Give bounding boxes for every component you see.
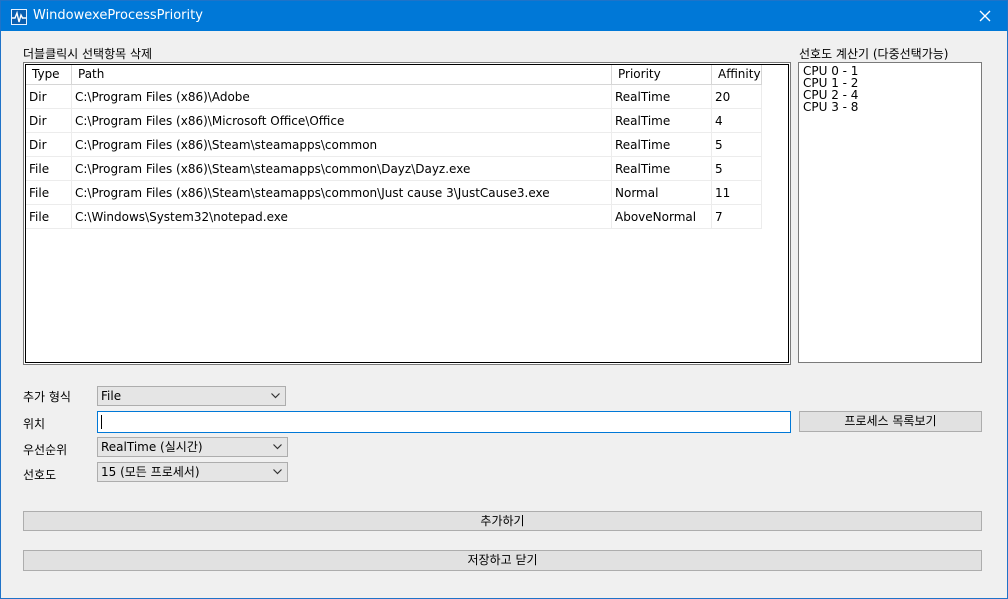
title-bar[interactable]: WindowexeProcessPriority [1, 1, 1007, 31]
table-row[interactable]: Dir C:\Program Files (x86)\Adobe RealTim… [26, 85, 762, 109]
cell-priority: RealTime [612, 85, 712, 109]
table-row[interactable]: File C:\Windows\System32\notepad.exe Abo… [26, 205, 762, 229]
close-icon [979, 10, 991, 22]
cell-priority: RealTime [612, 109, 712, 133]
location-label: 위치 [23, 417, 46, 431]
cell-affinity: 5 [712, 133, 762, 157]
affinity-calculator-list[interactable]: CPU 0 - 1 CPU 1 - 2 CPU 2 - 4 CPU 3 - 8 [798, 62, 982, 363]
pulse-icon [11, 9, 27, 25]
cell-affinity: 7 [712, 205, 762, 229]
cell-path: C:\Windows\System32\notepad.exe [72, 205, 612, 229]
text-caret [101, 415, 102, 429]
column-header-type[interactable]: Type [26, 65, 72, 85]
cell-path: C:\Program Files (x86)\Steam\steamapps\c… [72, 157, 612, 181]
save-and-close-button[interactable]: 저장하고 닫기 [23, 550, 982, 571]
cell-priority: Normal [612, 181, 712, 205]
location-input[interactable] [97, 411, 791, 433]
priority-select-value: RealTime (실시간) [101, 440, 203, 454]
cell-type: Dir [26, 85, 72, 109]
add-button[interactable]: 추가하기 [23, 511, 982, 531]
cell-affinity: 20 [712, 85, 762, 109]
priority-label: 우선순위 [23, 443, 68, 457]
table-row[interactable]: File C:\Program Files (x86)\Steam\steama… [26, 181, 762, 205]
calculator-caption: 선호도 계산기 (다중선택가능) [799, 47, 949, 61]
cell-priority: AboveNormal [612, 205, 712, 229]
type-select[interactable]: File [97, 386, 286, 406]
chevron-down-icon [271, 393, 280, 399]
window-title: WindowexeProcessPriority [33, 8, 203, 23]
close-button[interactable] [963, 1, 1007, 31]
list-caption: 더블클릭시 선택항목 삭제 [23, 47, 153, 61]
cell-path: C:\Program Files (x86)\Microsoft Office\… [72, 109, 612, 133]
browse-processes-button[interactable]: 프로세스 목록보기 [799, 411, 982, 432]
cpu-list-item[interactable]: CPU 3 - 8 [799, 101, 981, 113]
table-row[interactable]: File C:\Program Files (x86)\Steam\steama… [26, 157, 762, 181]
cell-path: C:\Program Files (x86)\Steam\steamapps\c… [72, 181, 612, 205]
cell-type: Dir [26, 133, 72, 157]
affinity-select-value: 15 (모든 프로세서) [101, 465, 200, 479]
cell-type: Dir [26, 109, 72, 133]
main-window: WindowexeProcessPriority 더블클릭시 선택항목 삭제 T… [0, 0, 1008, 599]
cell-type: File [26, 181, 72, 205]
cell-type: File [26, 157, 72, 181]
column-header-priority[interactable]: Priority [612, 65, 712, 85]
cell-path: C:\Program Files (x86)\Adobe [72, 85, 612, 109]
cell-path: C:\Program Files (x86)\Steam\steamapps\c… [72, 133, 612, 157]
affinity-label: 선호도 [23, 468, 57, 482]
column-header-affinity[interactable]: Affinity [712, 65, 762, 85]
table-row[interactable]: Dir C:\Program Files (x86)\Microsoft Off… [26, 109, 762, 133]
type-select-value: File [101, 389, 122, 403]
cell-priority: RealTime [612, 133, 712, 157]
chevron-down-icon [273, 469, 282, 475]
column-header-path[interactable]: Path [72, 65, 612, 85]
cell-type: File [26, 205, 72, 229]
cell-priority: RealTime [612, 157, 712, 181]
entries-list[interactable]: Type Path Priority Affinity Dir C:\Progr… [23, 62, 791, 365]
cell-affinity: 5 [712, 157, 762, 181]
table-row[interactable]: Dir C:\Program Files (x86)\Steam\steamap… [26, 133, 762, 157]
cell-affinity: 11 [712, 181, 762, 205]
type-label: 추가 형식 [23, 390, 71, 404]
affinity-select[interactable]: 15 (모든 프로세서) [97, 462, 288, 482]
priority-select[interactable]: RealTime (실시간) [97, 437, 288, 457]
chevron-down-icon [273, 444, 282, 450]
cell-affinity: 4 [712, 109, 762, 133]
